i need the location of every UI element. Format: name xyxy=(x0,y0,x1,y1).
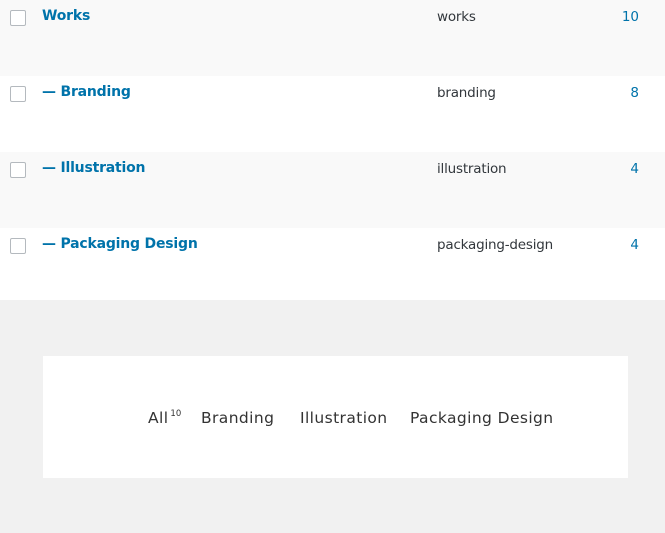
filter-all-count: 10 xyxy=(170,408,182,419)
table-row: — Packaging Design packaging-design 4 xyxy=(0,228,665,300)
term-name-link[interactable]: Works xyxy=(42,8,90,24)
filter-illustration[interactable]: Illustration xyxy=(300,409,388,427)
filter-packaging-design[interactable]: Packaging Design xyxy=(410,409,554,427)
term-count-link[interactable]: 4 xyxy=(630,237,639,253)
row-checkbox[interactable] xyxy=(10,238,26,254)
row-checkbox[interactable] xyxy=(10,10,26,26)
portfolio-filter: All 10 Branding Illustration Packaging De… xyxy=(43,356,628,478)
term-slug: packaging-design xyxy=(437,237,554,253)
term-count-link[interactable]: 4 xyxy=(630,161,639,177)
row-checkbox[interactable] xyxy=(10,86,26,102)
table-row: — Illustration illustration 4 xyxy=(0,152,665,228)
term-name-link[interactable]: — Packaging Design xyxy=(42,236,198,252)
filter-all-label: All xyxy=(148,409,169,427)
filter-branding[interactable]: Branding xyxy=(201,409,274,427)
term-count-link[interactable]: 8 xyxy=(630,85,639,101)
term-slug: illustration xyxy=(437,161,507,177)
term-count-link[interactable]: 10 xyxy=(622,9,639,25)
filter-all[interactable]: All 10 xyxy=(148,409,181,427)
row-checkbox[interactable] xyxy=(10,162,26,178)
term-slug: branding xyxy=(437,85,496,101)
term-name-link[interactable]: — Illustration xyxy=(42,160,146,176)
terms-table: Works works 10 — Branding branding 8 — I… xyxy=(0,0,665,300)
table-row: Works works 10 xyxy=(0,0,665,76)
term-slug: works xyxy=(437,9,476,25)
term-name-link[interactable]: — Branding xyxy=(42,84,131,100)
table-row: — Branding branding 8 xyxy=(0,76,665,152)
